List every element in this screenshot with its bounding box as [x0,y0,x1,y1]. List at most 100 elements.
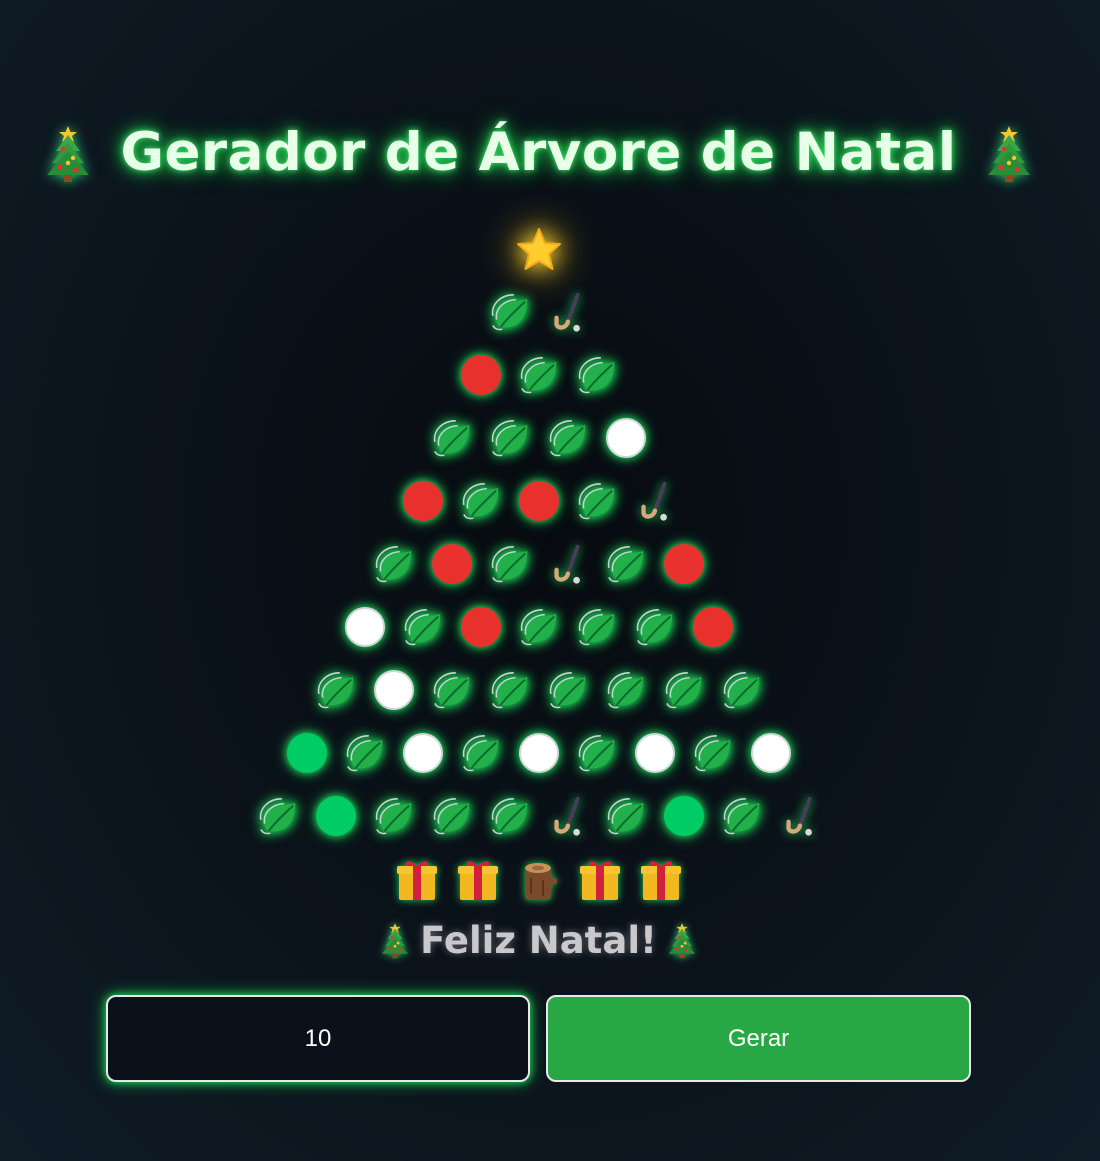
leaf-icon [344,732,386,774]
leaf-icon [692,732,734,774]
tree-row [256,784,821,847]
red-ball [430,540,473,588]
tree-base [395,847,682,913]
christmas-tree-icon [667,921,697,959]
star-icon [515,226,563,274]
leaf-ornament [459,477,502,525]
gift-item [578,856,621,904]
leaf-icon [460,480,502,522]
leaf-ornament [459,729,502,777]
leaf-ornament [604,666,647,714]
candy-cane-icon [634,480,676,522]
leaf-ornament [488,414,531,462]
leaf-icon [605,669,647,711]
leaf-icon [431,417,473,459]
trunk-item [517,856,560,904]
leaf-icon [721,795,763,837]
leaf-ornament [372,540,415,588]
white-ball-icon [750,732,791,773]
leaf-icon [547,417,589,459]
white-ball [633,729,676,777]
leaf-ornament [575,729,618,777]
leaf-ornament [720,666,763,714]
leaf-ornament [575,477,618,525]
leaf-ornament [488,792,531,840]
leaf-ornament [488,540,531,588]
red-ball [517,477,560,525]
leaf-ornament [720,792,763,840]
leaf-ornament [604,792,647,840]
red-ball [401,477,444,525]
controls: Gerar [106,995,971,1082]
leaf-icon [257,795,299,837]
tree-row [256,532,821,595]
tree-row [256,658,821,721]
red-ball-icon [460,354,501,395]
leaf-ornament [401,603,444,651]
tree-top [515,220,563,280]
footer-text: Feliz Natal! [420,918,657,962]
gift-item [395,856,438,904]
leaf-icon [373,543,415,585]
red-ball-icon [663,543,704,584]
leaf-icon [721,669,763,711]
leaf-icon [634,606,676,648]
leaf-ornament [372,792,415,840]
leaf-ornament [314,666,357,714]
white-ball [604,414,647,462]
leaf-ornament [430,414,473,462]
christmas-tree-icon [380,921,410,959]
leaf-icon [489,795,531,837]
leaf-icon [489,543,531,585]
leaf-icon [518,354,560,396]
white-ball [401,729,444,777]
green-ball-icon [315,795,356,836]
red-ball-icon [460,606,501,647]
tree-row [256,469,821,532]
gift-icon [580,858,620,902]
christmas-tree: Feliz Natal! [0,220,1077,967]
tree-size-input[interactable] [106,995,530,1082]
candy-cane-icon [547,795,589,837]
leaf-ornament [633,603,676,651]
cane-ornament [633,477,676,525]
tree-row [256,343,821,406]
leaf-ornament [488,666,531,714]
cane-ornament [546,792,589,840]
gift-icon [397,858,437,902]
tree-row [256,595,821,658]
leaf-icon [576,606,618,648]
leaf-icon [605,795,647,837]
candy-cane-icon [779,795,821,837]
leaf-icon [663,669,705,711]
leaf-icon [315,669,357,711]
white-ball [517,729,560,777]
red-ball [691,603,734,651]
green-ball-icon [663,795,704,836]
leaf-ornament [575,351,618,399]
leaf-icon [373,795,415,837]
white-ball [749,729,792,777]
red-ball-icon [402,480,443,521]
white-ball-icon [518,732,559,773]
leaf-ornament [488,288,531,336]
christmas-tree-icon [985,123,1033,183]
candy-cane-icon [547,543,589,585]
leaf-ornament [517,351,560,399]
tree-row [256,406,821,469]
cane-ornament [778,792,821,840]
tree-row [256,280,821,343]
footer-message: Feliz Natal! [380,913,697,967]
cane-ornament [546,540,589,588]
white-ball [343,603,386,651]
white-ball-icon [373,669,414,710]
leaf-icon [402,606,444,648]
page-title: Gerador de Árvore de Natal [0,122,1077,183]
tree-row [256,721,821,784]
gift-icon [458,858,498,902]
green-ball-icon [286,732,327,773]
leaf-icon [489,417,531,459]
generate-button[interactable]: Gerar [546,995,971,1082]
red-ball [662,540,705,588]
leaf-ornament [430,792,473,840]
